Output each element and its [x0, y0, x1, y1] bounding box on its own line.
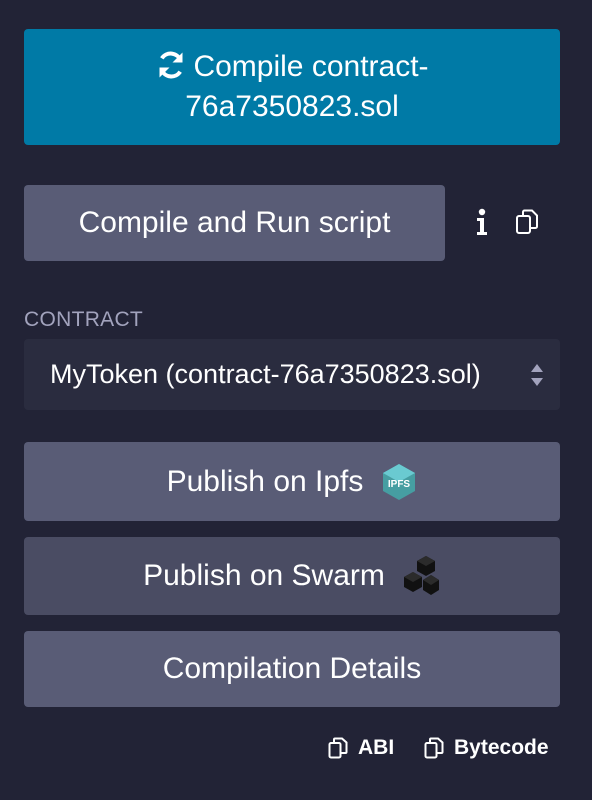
publish-swarm-button[interactable]: Publish on Swarm — [24, 537, 560, 615]
contract-select[interactable]: MyToken (contract-76a7350823.sol) — [24, 339, 560, 410]
compile-line2: 76a7350823.sol — [185, 90, 399, 123]
copy-icon — [328, 737, 348, 759]
copy-abi-link[interactable]: ABI — [328, 734, 394, 762]
publish-ipfs-label: Publish on Ipfs — [166, 464, 364, 498]
info-icon[interactable] — [471, 207, 493, 237]
compile-contract-button[interactable]: Compile contract- 76a7350823.sol — [24, 29, 560, 145]
compilation-details-label: Compilation Details — [162, 652, 422, 685]
copy-bytecode-link[interactable]: Bytecode — [424, 734, 549, 762]
compile-line1: Compile contract- — [193, 50, 429, 83]
publish-ipfs-button[interactable]: Publish on Ipfs IPFS — [24, 442, 560, 521]
copy-icon[interactable] — [515, 209, 539, 235]
select-caret-icon — [531, 364, 543, 386]
publish-swarm-label: Publish on Swarm — [143, 559, 385, 592]
abi-label: ABI — [358, 736, 395, 759]
contract-select-value: MyToken (contract-76a7350823.sol) — [50, 359, 481, 389]
contract-label: CONTRACT — [24, 308, 144, 331]
bytecode-label: Bytecode — [454, 736, 549, 759]
copy-icon — [424, 737, 444, 759]
compile-and-run-label: Compile and Run script — [78, 206, 391, 239]
swarm-icon — [403, 556, 439, 595]
refresh-icon — [159, 51, 183, 79]
svg-text:IPFS: IPFS — [388, 479, 411, 490]
compile-and-run-button[interactable]: Compile and Run script — [24, 185, 445, 261]
compile-contract-label: Compile contract- 76a7350823.sol — [72, 47, 512, 127]
ipfs-icon: IPFS — [383, 463, 416, 500]
compiler-panel: Compile contract- 76a7350823.sol Compile… — [0, 0, 592, 800]
compilation-details-button[interactable]: Compilation Details — [24, 631, 560, 707]
